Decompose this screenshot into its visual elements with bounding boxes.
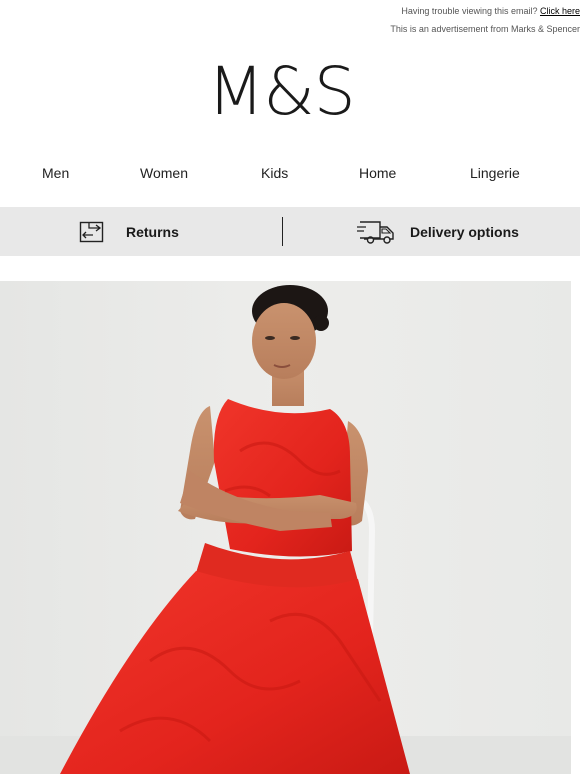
delivery-options-label: Delivery options <box>410 223 519 240</box>
nav-item-kids[interactable]: Kids <box>261 165 288 181</box>
service-bar: Returns Delivery options <box>0 207 580 256</box>
preheader-advert-text: This is an advertisement from Marks & Sp… <box>390 24 580 34</box>
service-bar-divider <box>282 217 283 246</box>
nav-item-women[interactable]: Women <box>140 165 188 181</box>
returns-box-icon <box>79 221 104 242</box>
hero-image[interactable] <box>0 281 571 774</box>
woman-in-red-dress-photo <box>0 281 571 774</box>
returns-link[interactable]: Returns <box>78 207 179 256</box>
category-nav: Men Women Kids Home Lingerie <box>0 160 580 188</box>
delivery-truck-icon <box>357 220 394 244</box>
nav-item-home[interactable]: Home <box>359 165 396 181</box>
preheader-trouble-text: Having trouble viewing this email? <box>401 6 540 16</box>
preheader-trouble: Having trouble viewing this email? Click… <box>401 6 580 16</box>
brand-logo[interactable]: M&S <box>0 52 562 132</box>
returns-label: Returns <box>126 223 179 240</box>
click-here-link[interactable]: Click here <box>540 6 580 16</box>
nav-item-men[interactable]: Men <box>42 165 69 181</box>
delivery-options-link[interactable]: Delivery options <box>356 207 519 256</box>
nav-item-lingerie[interactable]: Lingerie <box>470 165 520 181</box>
